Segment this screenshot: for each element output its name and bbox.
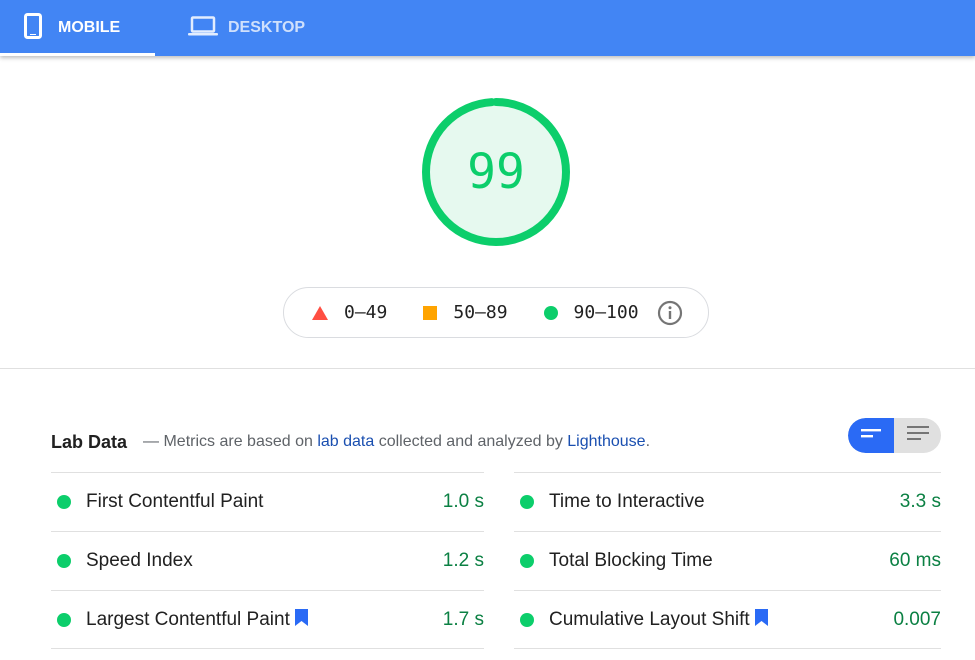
- pass-circle-icon: [520, 495, 534, 509]
- metric-name: Time to Interactive: [549, 491, 705, 512]
- lab-data-title: Lab Data: [51, 431, 128, 452]
- metric-value: 0.007: [893, 608, 941, 630]
- legend-fail: 0–49: [312, 302, 387, 323]
- metric-value: 1.2 s: [442, 550, 484, 571]
- full-lines-icon: [906, 425, 930, 446]
- metric-row-first-contentful-paint: First Contentful Paint 1.0 s: [51, 472, 484, 531]
- device-tabbar: Mobile Desktop: [0, 0, 975, 56]
- expanded-view-button[interactable]: [895, 418, 941, 453]
- metric-value: 3.3 s: [899, 491, 941, 512]
- pass-circle-icon: [57, 554, 71, 568]
- legend-pass-range: 90–100: [573, 302, 639, 323]
- bookmark-icon[interactable]: [294, 608, 308, 631]
- short-lines-icon: [860, 427, 882, 445]
- circle-icon: [543, 305, 558, 320]
- section-divider: [0, 368, 975, 369]
- metrics-view-toggle: [848, 418, 941, 453]
- pass-circle-icon: [520, 554, 534, 568]
- metric-name: Cumulative Layout Shift: [549, 608, 750, 630]
- legend-average: 50–89: [423, 302, 508, 323]
- metrics-column-right: Time to Interactive 3.3 s Total Blocking…: [514, 472, 941, 649]
- info-icon[interactable]: [657, 300, 683, 326]
- metric-row-largest-contentful-paint: Largest Contentful Paint 1.7 s: [51, 590, 484, 649]
- metric-row-time-to-interactive: Time to Interactive 3.3 s: [514, 472, 941, 531]
- lab-desc-middle: collected and analyzed by: [374, 433, 568, 450]
- square-icon: [423, 305, 438, 320]
- lab-data-description: — Metrics are based on lab data collecte…: [143, 433, 650, 451]
- laptop-icon: [188, 15, 218, 41]
- metric-value: 60 ms: [889, 550, 941, 571]
- metric-row-total-blocking-time: Total Blocking Time 60 ms: [514, 531, 941, 590]
- metric-name: Largest Contentful Paint: [86, 608, 290, 630]
- metric-value: 1.0 s: [442, 491, 484, 512]
- legend-pass: 90–100: [543, 302, 639, 323]
- metric-name: Total Blocking Time: [549, 550, 713, 571]
- lighthouse-link[interactable]: Lighthouse: [567, 433, 645, 450]
- legend-fail-range: 0–49: [344, 302, 388, 323]
- metric-row-speed-index: Speed Index 1.2 s: [51, 531, 484, 590]
- compact-view-button[interactable]: [848, 418, 894, 453]
- performance-score-gauge: 99: [420, 96, 572, 248]
- tab-mobile-label: Mobile: [58, 19, 121, 36]
- metric-row-cumulative-layout-shift: Cumulative Layout Shift 0.007: [514, 590, 941, 649]
- lab-data-header: Lab Data — Metrics are based on lab data…: [51, 428, 650, 456]
- metric-name: First Contentful Paint: [86, 491, 264, 512]
- pass-circle-icon: [520, 612, 534, 627]
- lab-desc-suffix: .: [645, 433, 651, 450]
- lab-desc-prefix: — Metrics are based on: [143, 433, 318, 450]
- lab-data-link[interactable]: lab data: [317, 433, 374, 450]
- metrics-column-left: First Contentful Paint 1.0 s Speed Index…: [51, 472, 484, 649]
- score-legend: 0–49 50–89 90–100: [283, 287, 709, 338]
- pass-circle-icon: [57, 495, 71, 509]
- score-value: 99: [467, 144, 525, 200]
- metric-name: Speed Index: [86, 550, 193, 571]
- pass-circle-icon: [57, 612, 71, 627]
- tab-desktop[interactable]: Desktop: [185, 0, 305, 56]
- tab-desktop-label: Desktop: [228, 19, 306, 36]
- smartphone-icon: [24, 12, 42, 44]
- tab-mobile[interactable]: Mobile: [0, 0, 155, 56]
- metric-value: 1.7 s: [442, 608, 484, 630]
- triangle-icon: [312, 305, 328, 320]
- bookmark-icon[interactable]: [754, 608, 768, 631]
- legend-average-range: 50–89: [453, 302, 508, 323]
